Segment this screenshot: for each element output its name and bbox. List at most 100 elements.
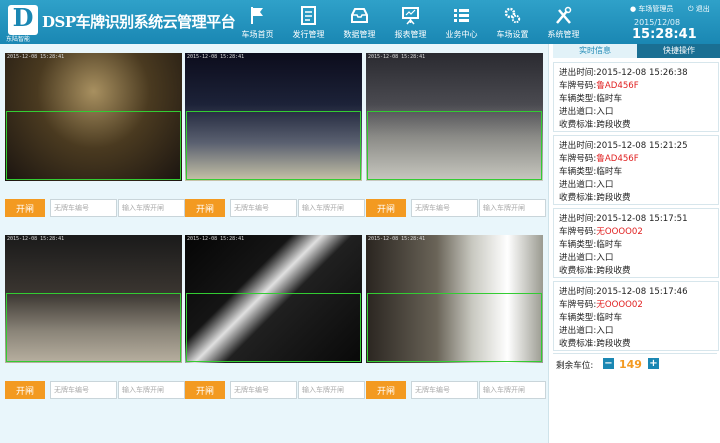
remaining-label: 剩余车位: — [556, 361, 594, 371]
app-title: DSP车牌识别系统云管理平台 — [42, 13, 236, 31]
nav-item-label: 系统管理 — [547, 30, 580, 39]
record-plate: 车牌号码:无OOOO02 — [559, 298, 643, 310]
nav-item-label: 业务中心 — [445, 30, 478, 39]
camera-timestamp: 2015-12-08 15:28:41 — [187, 54, 245, 60]
tab-realtime-info[interactable]: 实时信息 — [553, 44, 637, 58]
detection-zone — [186, 293, 361, 362]
nav-item-label: 数据管理 — [343, 30, 376, 39]
open-gate-button[interactable]: 开闸 — [366, 381, 406, 399]
camera-view[interactable]: 2015-12-08 15:28:41 — [185, 53, 362, 181]
gears-icon — [504, 7, 521, 24]
tab-quick-actions[interactable]: 快捷操作 — [637, 44, 720, 58]
record-gate: 进出道口:入口 — [559, 107, 614, 117]
record-plate-value: 无OOOO02 — [596, 300, 643, 310]
manual-plate-input[interactable]: 输入车牌开闸 — [298, 199, 365, 217]
nav-item-label: 发行管理 — [292, 30, 325, 39]
header-date: 2015/12/08 — [634, 18, 681, 27]
camera-view[interactable]: 2015-12-08 15:28:41 — [5, 53, 182, 181]
plate-number-field[interactable]: 无牌车编号 — [411, 199, 478, 217]
camera-controls: 开闸 无牌车编号 输入车牌开闸 — [366, 199, 546, 217]
camera-view[interactable]: 2015-12-08 15:28:41 — [5, 235, 182, 363]
main-nav: 车场首页 发行管理 数据管理 报表管理 业务中心 车场设置 系统管理 — [232, 0, 589, 44]
decrease-spaces-button[interactable]: − — [603, 358, 614, 369]
nav-item-lot-settings[interactable]: 车场设置 — [487, 0, 538, 44]
record-fee: 收费标准:跨段收费 — [559, 193, 631, 203]
record-plate: 车牌号码:无OOOO02 — [559, 225, 643, 237]
record-plate-label: 车牌号码: — [559, 81, 597, 91]
record-plate-value: 无OOOO02 — [596, 227, 643, 237]
record-type: 车辆类型:临时车 — [559, 240, 623, 250]
plate-number-field[interactable]: 无牌车编号 — [230, 381, 297, 399]
camera-timestamp: 2015-12-08 15:28:41 — [187, 236, 245, 242]
record-type: 车辆类型:临时车 — [559, 313, 623, 323]
nav-item-home[interactable]: 车场首页 — [232, 0, 283, 44]
open-gate-button[interactable]: 开闸 — [366, 199, 406, 217]
camera-view[interactable]: 2015-12-08 15:28:41 — [366, 53, 543, 181]
manual-plate-input[interactable]: 输入车牌开闸 — [118, 381, 185, 399]
plate-number-field[interactable]: 无牌车编号 — [411, 381, 478, 399]
record-plate-value: 鲁AD456F — [596, 154, 639, 164]
header-clock: 15:28:41 — [632, 27, 697, 42]
manual-plate-input[interactable]: 输入车牌开闸 — [479, 199, 546, 217]
logout-link[interactable]: ⏻ 退出 — [688, 4, 710, 14]
camera-controls: 开闸 无牌车编号 输入车牌开闸 — [366, 381, 546, 399]
record-type: 车辆类型:临时车 — [559, 94, 623, 104]
document-icon — [301, 6, 316, 25]
nav-item-system[interactable]: 系统管理 — [538, 0, 589, 44]
nav-item-label: 报表管理 — [394, 30, 427, 39]
record-time: 进出时间:2015-12-08 15:17:46 — [559, 287, 688, 297]
nav-item-report[interactable]: 报表管理 — [385, 0, 436, 44]
camera-controls: 开闸 无牌车编号 输入车牌开闸 — [185, 199, 365, 217]
top-header: D 东陆智能 DSP车牌识别系统云管理平台 车场首页 发行管理 数据管理 报表管… — [0, 0, 720, 44]
list-icon — [454, 9, 469, 22]
record-plate-label: 车牌号码: — [559, 154, 597, 164]
entry-record: 进出时间:2015-12-08 15:17:46 车牌号码:无OOOO02 车辆… — [553, 281, 719, 351]
record-gate: 进出道口:入口 — [559, 180, 614, 190]
detection-zone — [6, 293, 181, 362]
open-gate-button[interactable]: 开闸 — [185, 199, 225, 217]
camera-controls: 开闸 无牌车编号 输入车牌开闸 — [5, 381, 185, 399]
record-plate-label: 车牌号码: — [559, 227, 597, 237]
manual-plate-input[interactable]: 输入车牌开闸 — [479, 381, 546, 399]
nav-item-business[interactable]: 业务中心 — [436, 0, 487, 44]
detection-zone — [367, 111, 542, 180]
camera-view[interactable]: 2015-12-08 15:28:41 — [185, 235, 362, 363]
user-link[interactable]: ● 车场管理员 — [630, 4, 673, 14]
manual-plate-input[interactable]: 输入车牌开闸 — [118, 199, 185, 217]
nav-item-issue[interactable]: 发行管理 — [283, 0, 334, 44]
record-plate-label: 车牌号码: — [559, 300, 597, 310]
open-gate-button[interactable]: 开闸 — [185, 381, 225, 399]
nav-item-label: 车场设置 — [496, 30, 529, 39]
inbox-icon — [351, 8, 368, 23]
record-fee: 收费标准:跨段收费 — [559, 266, 631, 276]
entry-record: 进出时间:2015-12-08 15:26:38 车牌号码:鲁AD456F 车辆… — [553, 62, 719, 132]
detection-zone — [186, 111, 361, 180]
record-fee: 收费标准:跨段收费 — [559, 339, 631, 349]
info-side-panel: 实时信息 快捷操作 进出时间:2015-12-08 15:26:38 车牌号码:… — [548, 44, 720, 443]
record-plate-value: 鲁AD456F — [596, 81, 639, 91]
camera-timestamp: 2015-12-08 15:28:41 — [7, 54, 65, 60]
increase-spaces-button[interactable]: + — [648, 358, 659, 369]
record-time: 进出时间:2015-12-08 15:17:51 — [559, 214, 688, 224]
record-type: 车辆类型:临时车 — [559, 167, 623, 177]
plate-number-field[interactable]: 无牌车编号 — [230, 199, 297, 217]
logout-label: 退出 — [695, 5, 710, 13]
tools-icon — [556, 6, 572, 24]
plate-number-field[interactable]: 无牌车编号 — [50, 199, 117, 217]
record-time: 进出时间:2015-12-08 15:21:25 — [559, 141, 688, 151]
plate-number-field[interactable]: 无牌车编号 — [50, 381, 117, 399]
open-gate-button[interactable]: 开闸 — [5, 381, 45, 399]
nav-item-data[interactable]: 数据管理 — [334, 0, 385, 44]
camera-view[interactable]: 2015-12-08 15:28:41 — [366, 235, 543, 363]
record-plate: 车牌号码:鲁AD456F — [559, 79, 639, 91]
camera-timestamp: 2015-12-08 15:28:41 — [368, 236, 426, 242]
entry-record: 进出时间:2015-12-08 15:17:51 车牌号码:无OOOO02 车辆… — [553, 208, 719, 278]
manual-plate-input[interactable]: 输入车牌开闸 — [298, 381, 365, 399]
camera-controls: 开闸 无牌车编号 输入车牌开闸 — [5, 199, 185, 217]
presentation-icon — [402, 7, 419, 25]
record-gate: 进出道口:入口 — [559, 326, 614, 336]
logo: D — [8, 5, 38, 35]
detection-zone — [367, 293, 542, 362]
flag-icon — [251, 7, 263, 24]
open-gate-button[interactable]: 开闸 — [5, 199, 45, 217]
